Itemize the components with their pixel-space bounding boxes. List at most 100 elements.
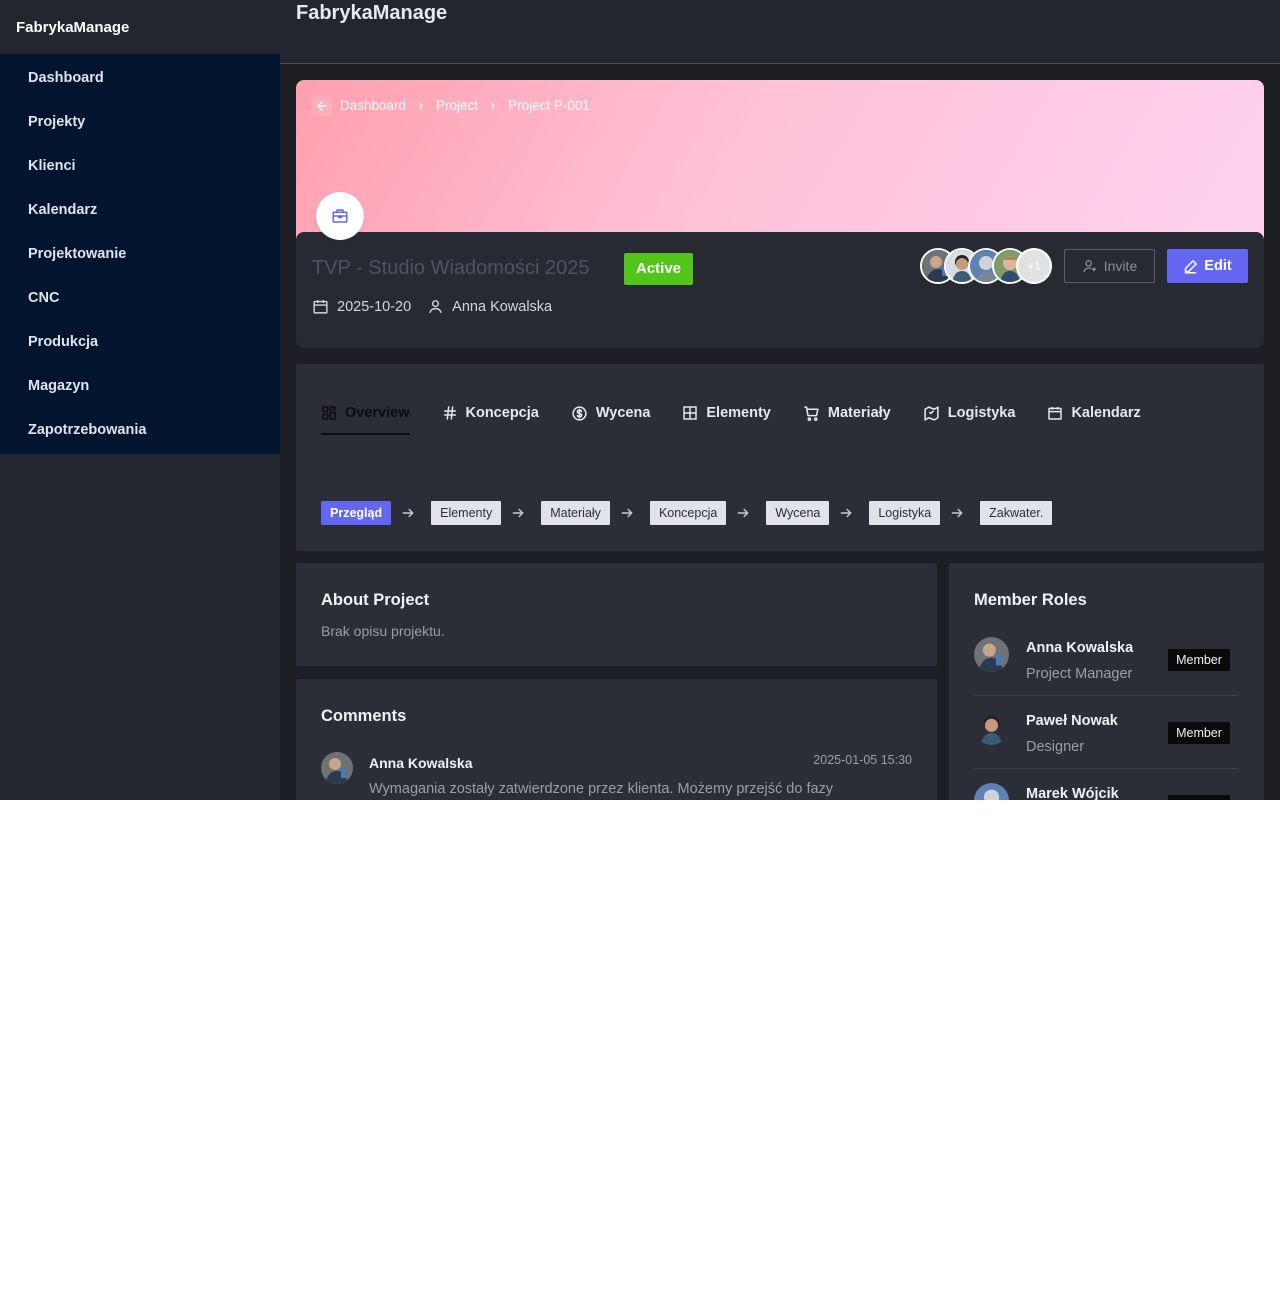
flow-step-koncepcja[interactable]: Koncepcja	[649, 501, 727, 525]
project-date: 2025-10-20	[312, 298, 411, 315]
invite-button-label: Invite	[1103, 258, 1138, 274]
member-name: Paweł Nowak	[1026, 713, 1118, 729]
edit-button-label: Edit	[1204, 258, 1232, 274]
flow-step-elementy[interactable]: Elementy	[431, 501, 502, 525]
tab-wycena[interactable]: Wycena	[571, 400, 650, 426]
chevron-right-icon	[488, 101, 498, 111]
project-type-icon	[316, 192, 364, 240]
grid-icon	[683, 406, 698, 420]
project-manager: Anna Kowalska	[427, 298, 552, 315]
sidebar-brand: FabrykaManage	[0, 0, 280, 54]
arrow-right-icon	[511, 506, 525, 520]
avatar-more-count[interactable]: +1	[1016, 248, 1052, 284]
project-date-value: 2025-10-20	[337, 298, 412, 315]
pencil-icon	[1185, 259, 1198, 273]
member-name: Anna Kowalska	[1026, 640, 1134, 656]
breadcrumb-dashboard[interactable]: Dashboard	[340, 98, 406, 113]
app-viewport: FabrykaManage Dashboard Projekty Klienci…	[0, 0, 1280, 800]
avatar	[321, 752, 353, 784]
comment-timestamp: 2025-01-05 15:30	[813, 753, 912, 767]
comment-author: Anna Kowalska	[369, 755, 473, 771]
flow-step-materialy[interactable]: Materiały	[541, 501, 610, 525]
about-title: About Project	[321, 591, 430, 609]
calendar-icon	[1048, 407, 1063, 420]
project-manager-name: Anna Kowalska	[452, 298, 553, 315]
arrow-right-icon	[839, 506, 853, 520]
divider	[974, 768, 1239, 769]
invite-button[interactable]: Invite	[1064, 249, 1155, 283]
tab-overview[interactable]: Overview	[321, 400, 410, 435]
arrow-right-icon	[950, 506, 964, 520]
member-row[interactable]: Anna Kowalska Project Manager Member	[974, 637, 1239, 710]
avatar	[974, 637, 1009, 672]
tab-koncepcja[interactable]: Koncepcja	[442, 400, 539, 426]
tabs-panel: Overview Koncepcja Wycena Elementy Mater…	[296, 364, 1264, 551]
divider	[974, 695, 1239, 696]
user-plus-icon	[1083, 260, 1096, 273]
sidebar-item-magazyn[interactable]: Magazyn	[0, 364, 280, 408]
tab-kalendarz[interactable]: Kalendarz	[1047, 400, 1141, 426]
cart-icon	[804, 405, 819, 421]
project-meta: 2025-10-20 Anna Kowalska	[312, 298, 568, 315]
about-description: Brak opisu projektu.	[321, 623, 445, 639]
arrow-left-icon	[317, 101, 327, 111]
breadcrumb: Dashboard Project Project P-001	[340, 98, 590, 113]
avatar	[974, 710, 1009, 745]
flow-step-przeglad[interactable]: Przegląd	[321, 501, 392, 525]
sidebar-footer-area	[0, 454, 280, 800]
arrow-right-icon	[401, 506, 415, 520]
chevron-right-icon	[416, 101, 426, 111]
status-badge: Active	[624, 253, 694, 285]
member-badge	[1168, 795, 1230, 800]
edit-button[interactable]: Edit	[1167, 249, 1248, 283]
arrow-right-icon	[620, 506, 634, 520]
tab-logistyka[interactable]: Logistyka	[923, 400, 1015, 426]
workflow-steps: Przegląd Elementy Materiały Koncepcja Wy…	[321, 501, 1053, 525]
back-button[interactable]	[312, 96, 332, 116]
top-bar: FabrykaManage	[280, 0, 1280, 64]
sidebar-item-cnc[interactable]: CNC	[0, 276, 280, 320]
comments-title: Comments	[321, 707, 407, 725]
avatar	[974, 783, 1009, 800]
member-role: Designer	[1026, 739, 1085, 755]
map-pin-icon	[924, 405, 939, 421]
page-title: FabrykaManage	[296, 2, 448, 24]
sidebar-item-produkcja[interactable]: Produkcja	[0, 320, 280, 364]
member-roles-title: Member Roles	[974, 591, 1087, 609]
member-badge: Member	[1168, 722, 1230, 744]
project-title: TVP - Studio Wiadomości 2025	[312, 257, 590, 279]
flow-step-zakwaterowanie[interactable]: Zakwater.	[980, 501, 1053, 525]
arrow-right-icon	[736, 506, 750, 520]
comment-text: Wymagania zostały zatwierdzone przez kli…	[369, 781, 834, 797]
member-badge: Member	[1168, 649, 1230, 671]
dollar-circle-icon	[572, 405, 587, 421]
sidebar-nav: Dashboard Projekty Klienci Kalendarz Pro…	[0, 54, 280, 454]
sidebar-item-projektowanie[interactable]: Projektowanie	[0, 232, 280, 276]
member-name: Marek Wójcik	[1026, 786, 1119, 800]
about-project-card: About Project Brak opisu projektu.	[296, 563, 937, 666]
tab-elementy[interactable]: Elementy	[682, 400, 771, 426]
breadcrumb-project[interactable]: Project	[436, 98, 478, 113]
member-avatar-group[interactable]: +1	[920, 248, 1052, 284]
calendar-icon	[313, 300, 328, 314]
sidebar-item-kalendarz[interactable]: Kalendarz	[0, 188, 280, 232]
member-role: Project Manager	[1026, 666, 1133, 682]
project-header-card: TVP - Studio Wiadomości 2025 Active 2025…	[296, 232, 1264, 348]
breadcrumb-current: Project P-001	[508, 98, 590, 113]
tab-materialy[interactable]: Materiały	[803, 400, 891, 426]
project-tabs: Overview Koncepcja Wycena Elementy Mater…	[321, 400, 1173, 435]
user-icon	[429, 300, 443, 314]
member-row[interactable]: Paweł Nowak Designer Member	[974, 710, 1239, 783]
sidebar-item-projekty[interactable]: Projekty	[0, 100, 280, 144]
comments-card: Comments Anna Kowalska 2025-01-05 15:30 …	[296, 679, 937, 800]
flow-step-wycena[interactable]: Wycena	[766, 501, 830, 525]
member-row[interactable]: Marek Wójcik	[974, 783, 1239, 800]
briefcase-icon	[332, 209, 348, 223]
hash-icon	[443, 406, 456, 420]
sidebar-item-dashboard[interactable]: Dashboard	[0, 56, 280, 100]
member-roles-card: Member Roles Anna Kowalska Project Manag…	[949, 563, 1264, 800]
sidebar-item-zapotrzebowania[interactable]: Zapotrzebowania	[0, 408, 280, 452]
flow-step-logistyka[interactable]: Logistyka	[869, 501, 941, 525]
sidebar-item-klienci[interactable]: Klienci	[0, 144, 280, 188]
overview-icon	[322, 406, 336, 420]
